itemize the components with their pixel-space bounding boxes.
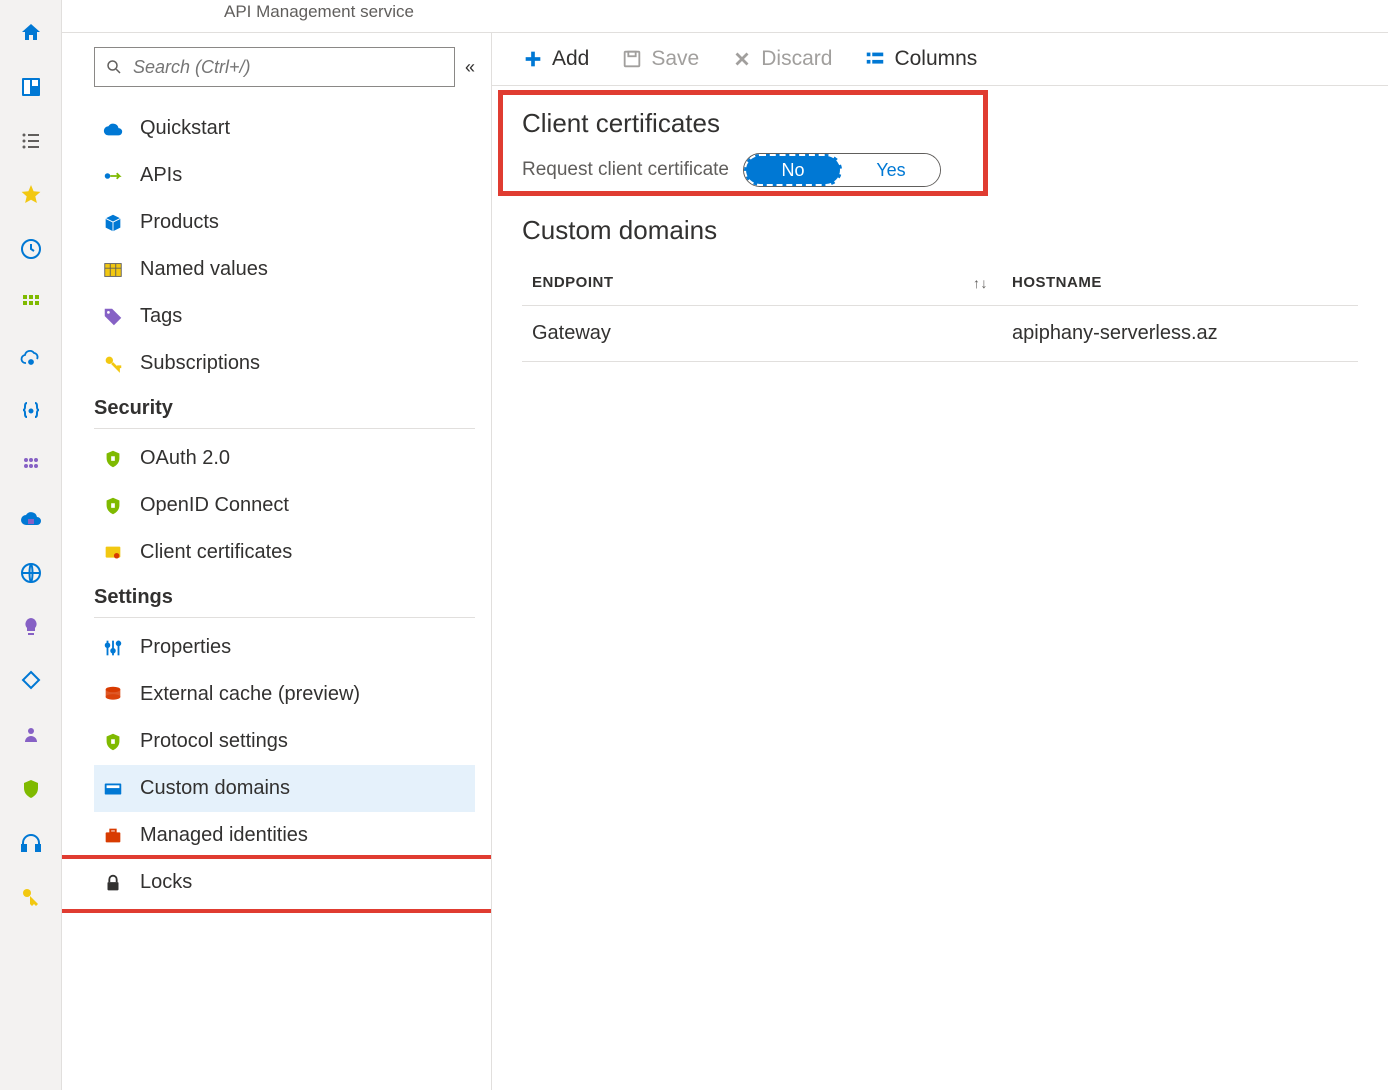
menu-label: External cache (preview) — [140, 683, 360, 706]
menu-label: Tags — [140, 305, 182, 328]
bulb-icon[interactable] — [18, 614, 44, 640]
table-header: ENDPOINT ↑↓ HOSTNAME — [522, 260, 1358, 306]
shield-icon — [102, 495, 124, 517]
menu-label: Quickstart — [140, 117, 230, 140]
list-icon[interactable] — [18, 128, 44, 154]
shield-icon — [102, 731, 124, 753]
headset-icon[interactable] — [18, 830, 44, 856]
section-settings: Settings — [94, 576, 475, 618]
cache-icon — [102, 684, 124, 706]
menu-item-apis[interactable]: APIs — [94, 152, 475, 199]
menu-label: Custom domains — [140, 777, 290, 800]
home-icon[interactable] — [18, 20, 44, 46]
custom-domains-heading: Custom domains — [522, 215, 1358, 246]
menu-label: Client certificates — [140, 541, 292, 564]
clock-icon[interactable] — [18, 236, 44, 262]
menu-label: Named values — [140, 258, 268, 281]
col-endpoint-label[interactable]: ENDPOINT — [532, 274, 614, 291]
key-icon — [102, 353, 124, 375]
menu-label: Products — [140, 211, 219, 234]
menu-item-named-values[interactable]: Named values — [94, 246, 475, 293]
diamond-icon[interactable] — [18, 668, 44, 694]
menu-item-tags[interactable]: Tags — [94, 293, 475, 340]
detail-pane: Add Save Discard Columns — [492, 33, 1388, 1090]
discard-label: Discard — [761, 47, 832, 71]
menu-label: Subscriptions — [140, 352, 260, 375]
domain-icon — [102, 778, 124, 800]
sliders-icon — [102, 637, 124, 659]
toolbar: Add Save Discard Columns — [492, 33, 1388, 86]
save-label: Save — [651, 47, 699, 71]
columns-label: Columns — [894, 47, 977, 71]
menu-label: Protocol settings — [140, 730, 288, 753]
search-icon — [105, 58, 123, 76]
menu-item-custom-domains[interactable]: Custom domains — [94, 765, 475, 812]
menu-item-client-certs[interactable]: Client certificates — [94, 529, 475, 576]
key-rail-icon[interactable] — [18, 884, 44, 910]
sort-icon[interactable]: ↑↓ — [973, 275, 988, 291]
globe-icon[interactable] — [18, 560, 44, 586]
highlight-client-certs — [498, 90, 988, 196]
menu-item-openid[interactable]: OpenID Connect — [94, 482, 475, 529]
braces-icon[interactable] — [18, 398, 44, 424]
shield-rail-icon[interactable] — [18, 776, 44, 802]
menu-item-products[interactable]: Products — [94, 199, 475, 246]
menu-item-oauth[interactable]: OAuth 2.0 — [94, 435, 475, 482]
menu-label: OAuth 2.0 — [140, 447, 230, 470]
save-button[interactable]: Save — [621, 47, 699, 71]
star-icon[interactable] — [18, 182, 44, 208]
search-input[interactable] — [133, 57, 444, 78]
plus-icon — [522, 48, 544, 70]
collapse-chevron-icon[interactable]: « — [465, 57, 475, 78]
close-icon — [731, 48, 753, 70]
lock-icon — [102, 872, 124, 894]
menu-item-managed-identities[interactable]: Managed identities — [94, 812, 475, 859]
cloud-icon — [102, 118, 124, 140]
columns-button[interactable]: Columns — [864, 47, 977, 71]
cloud-delete-icon[interactable] — [18, 506, 44, 532]
menu-label: Locks — [140, 871, 192, 894]
add-label: Add — [552, 47, 589, 71]
products-icon — [102, 212, 124, 234]
menu-item-properties[interactable]: Properties — [94, 624, 475, 671]
service-subtitle: API Management service — [62, 0, 1388, 32]
cluster-icon[interactable] — [18, 452, 44, 478]
dashboard-icon[interactable] — [18, 74, 44, 100]
table-row[interactable]: Gateway apiphany-serverless.az — [522, 306, 1358, 362]
menu-label: APIs — [140, 164, 182, 187]
cert-icon — [102, 542, 124, 564]
resource-menu: « Quickstart APIs Products — [62, 33, 492, 1090]
menu-item-protocol[interactable]: Protocol settings — [94, 718, 475, 765]
grid-icon[interactable] — [18, 290, 44, 316]
menu-item-quickstart[interactable]: Quickstart — [94, 105, 475, 152]
briefcase-icon — [102, 825, 124, 847]
table-icon — [102, 259, 124, 281]
shield-icon — [102, 448, 124, 470]
section-security: Security — [94, 387, 475, 429]
cell-hostname: apiphany-serverless.az — [1012, 322, 1348, 345]
menu-item-locks[interactable]: Locks — [94, 859, 475, 906]
menu-item-external-cache[interactable]: External cache (preview) — [94, 671, 475, 718]
tags-icon — [102, 306, 124, 328]
menu-label: OpenID Connect — [140, 494, 289, 517]
users-icon[interactable] — [18, 722, 44, 748]
cloud-user-icon[interactable] — [18, 344, 44, 370]
save-icon — [621, 48, 643, 70]
col-hostname-label[interactable]: HOSTNAME — [1012, 274, 1348, 291]
cell-endpoint: Gateway — [532, 322, 1012, 345]
left-rail — [0, 0, 62, 1090]
search-input-wrapper[interactable] — [94, 47, 455, 87]
discard-button[interactable]: Discard — [731, 47, 832, 71]
menu-label: Properties — [140, 636, 231, 659]
add-button[interactable]: Add — [522, 47, 589, 71]
columns-icon — [864, 48, 886, 70]
menu-item-subscriptions[interactable]: Subscriptions — [94, 340, 475, 387]
apis-icon — [102, 165, 124, 187]
menu-label: Managed identities — [140, 824, 308, 847]
